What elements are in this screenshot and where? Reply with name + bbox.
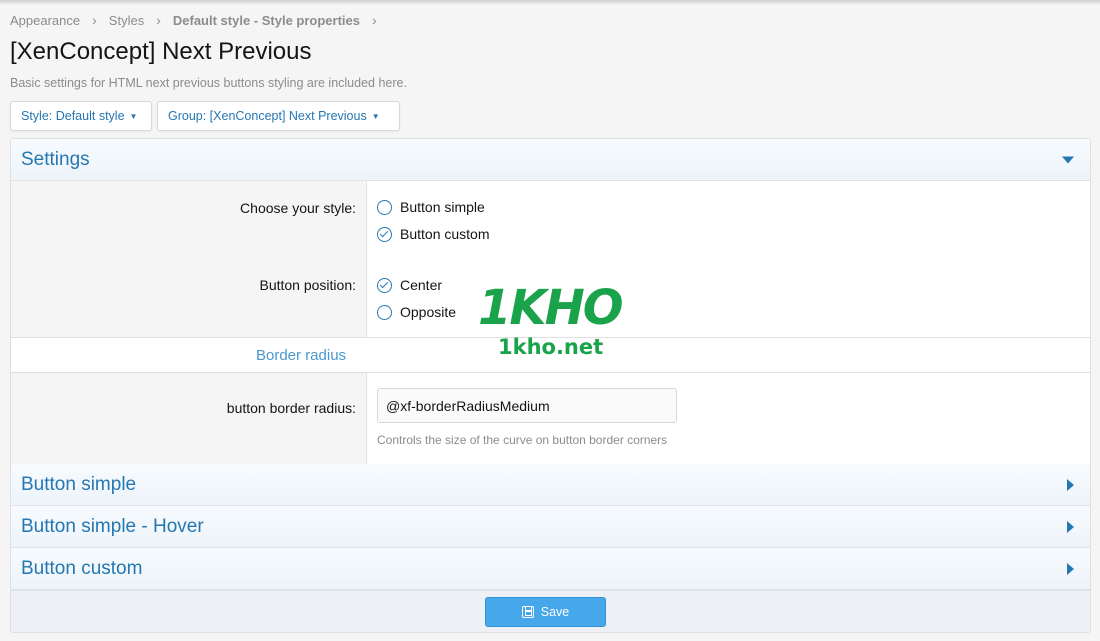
caret-down-icon: ▼ (371, 111, 380, 121)
radio-checked-icon (377, 226, 392, 242)
border-radius-subheader: Border radius (11, 337, 1090, 373)
radio-circle-icon (377, 304, 392, 320)
button-simple-section-header[interactable]: Button simple (11, 464, 1090, 506)
style-properties-block: Settings Choose your style: Button posit… (10, 138, 1091, 633)
button-position-label: Button position: (259, 277, 356, 293)
style-filter-label: Style: Default style (21, 109, 125, 123)
border-radius-hint: Controls the size of the curve on button… (377, 433, 668, 447)
radio-label: Button simple (400, 199, 485, 215)
chevron-right-icon: › (92, 12, 97, 28)
radio-checked-icon (377, 277, 392, 293)
radio-circle-icon (377, 199, 392, 215)
choose-style-label: Choose your style: (240, 200, 356, 216)
page-description: Basic settings for HTML next previous bu… (10, 76, 407, 90)
breadcrumb-style-properties[interactable]: Default style - Style properties (173, 13, 360, 28)
border-radius-input[interactable] (377, 388, 677, 423)
style-filter-button[interactable]: Style: Default style ▼ (10, 101, 152, 131)
group-filter-button[interactable]: Group: [XenConcept] Next Previous ▼ (157, 101, 400, 131)
radio-center[interactable]: Center (377, 277, 442, 293)
radio-button-simple[interactable]: Button simple (377, 199, 485, 215)
save-icon (521, 606, 534, 618)
page-title: [XenConcept] Next Previous (10, 38, 312, 65)
label-column: button border radius: (11, 373, 367, 464)
chevron-right-icon: › (156, 12, 161, 28)
expand-toggle-icon[interactable] (1067, 520, 1074, 533)
button-custom-section-header[interactable]: Button custom (11, 548, 1090, 590)
group-filter-label: Group: [XenConcept] Next Previous (168, 109, 367, 123)
breadcrumb-appearance[interactable]: Appearance (10, 13, 80, 28)
options-rows: Choose your style: Button position: Butt… (11, 181, 1090, 338)
section-title: Button custom (21, 557, 143, 579)
section-title: Button simple (21, 473, 137, 495)
save-label: Save (540, 605, 570, 619)
settings-section-header[interactable]: Settings (11, 139, 1090, 181)
label-column: Choose your style: Button position: (11, 181, 367, 338)
save-button[interactable]: Save (485, 597, 606, 627)
radio-label: Center (400, 277, 443, 293)
caret-down-icon: ▼ (129, 111, 138, 121)
radio-opposite[interactable]: Opposite (377, 304, 456, 320)
expand-toggle-icon[interactable] (1067, 562, 1074, 575)
chevron-right-icon: › (372, 12, 377, 28)
section-title: Button simple - Hover (21, 515, 204, 537)
settings-section-title: Settings (21, 148, 90, 170)
radio-label: Button custom (400, 226, 490, 242)
radio-label: Opposite (400, 304, 457, 320)
form-footer: Save (11, 590, 1090, 632)
expand-toggle-icon[interactable] (1067, 478, 1074, 491)
top-shadow (0, 0, 1100, 5)
breadcrumb: Appearance › Styles › Default style - St… (10, 12, 389, 28)
radio-button-custom[interactable]: Button custom (377, 226, 490, 242)
collapse-toggle-icon[interactable] (1062, 156, 1074, 163)
border-radius-row: button border radius: Controls the size … (11, 373, 1090, 464)
border-radius-subheader-title: Border radius (256, 347, 347, 364)
breadcrumb-styles[interactable]: Styles (109, 13, 144, 28)
button-simple-hover-section-header[interactable]: Button simple - Hover (11, 506, 1090, 548)
border-radius-label: button border radius: (226, 400, 356, 416)
